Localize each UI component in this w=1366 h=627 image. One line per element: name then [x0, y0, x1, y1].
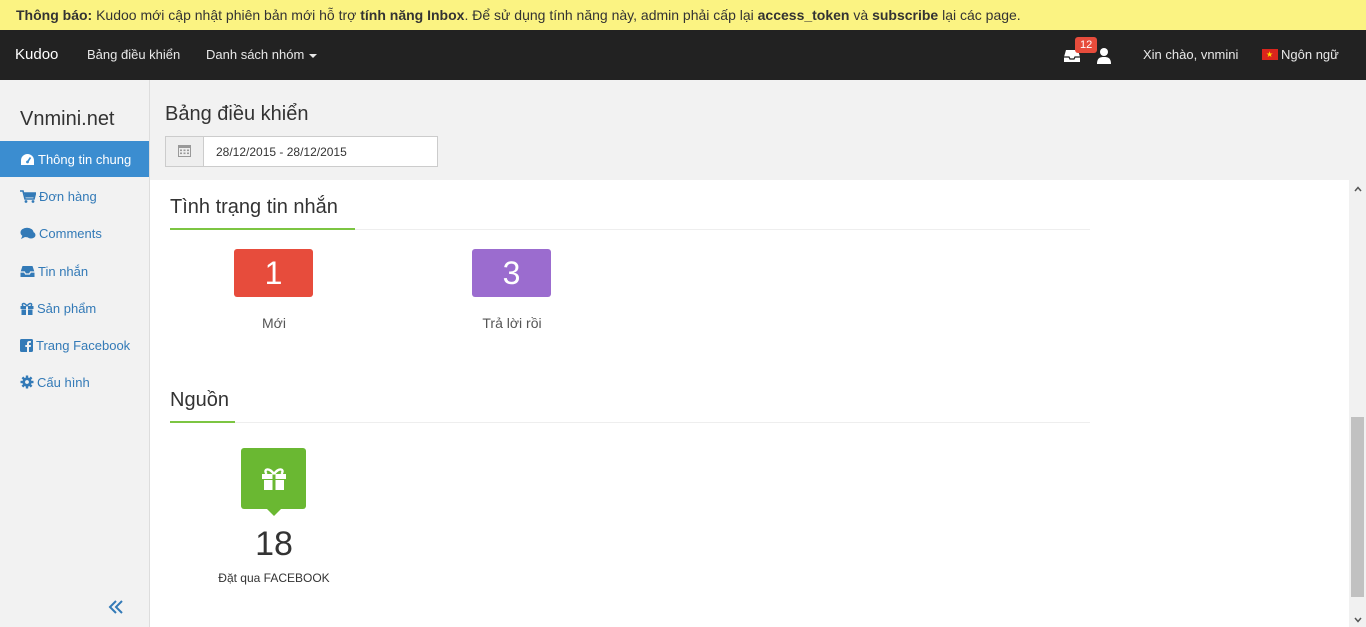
calendar-icon — [178, 145, 191, 157]
page-title: Bảng điều khiển — [165, 103, 309, 125]
notice-text-1: Kudoo mới cập nhật phiên bản mới hỗ trợ — [92, 7, 361, 23]
inbox-icon — [20, 266, 35, 277]
notice-text-2: . Để sử dụng tính năng này, admin phải c… — [464, 7, 758, 23]
sidebar: Vnmini.net Thông tin chung Đơn hàng Comm… — [0, 80, 150, 627]
scroll-up-arrow-icon[interactable] — [1354, 186, 1362, 192]
language-dropdown[interactable]: ★ Ngôn ngữ — [1262, 47, 1339, 62]
nav-groups-label: Danh sách nhóm — [206, 47, 305, 62]
scrollbar-thumb[interactable] — [1351, 417, 1364, 597]
notice-text-and: và — [849, 7, 873, 23]
scroll-down-arrow-icon[interactable] — [1354, 617, 1362, 623]
greeting-link[interactable]: Xin chào, vnmini — [1143, 47, 1238, 62]
notice-subscribe: subscribe — [872, 7, 939, 23]
sidebar-item-products[interactable]: Sản phẩm — [0, 290, 149, 326]
facebook-orders-count: 18 — [255, 525, 293, 563]
date-range-picker[interactable]: 28/12/2015 - 28/12/2015 — [165, 136, 438, 167]
vietnam-flag-icon: ★ — [1262, 49, 1278, 60]
sidebar-item-messages[interactable]: Tin nhắn — [0, 253, 149, 289]
facebook-orders-label: Đặt qua FACEBOOK — [218, 571, 330, 585]
sidebar-item-label: Cấu hình — [37, 375, 90, 390]
sidebar-item-orders[interactable]: Đơn hàng — [0, 178, 149, 214]
user-icon — [1097, 48, 1111, 64]
content-scrollbar[interactable] — [1349, 180, 1366, 627]
message-status-title: Tình trạng tin nhắn — [170, 196, 338, 218]
replied-messages-count[interactable]: 3 — [472, 249, 551, 297]
calendar-addon[interactable] — [166, 137, 204, 166]
notice-token: access_token — [757, 7, 850, 23]
replied-messages-label: Trả lời rồi — [482, 315, 542, 331]
cart-icon — [20, 190, 37, 203]
collapse-sidebar-button[interactable] — [108, 595, 124, 621]
sidebar-item-label: Comments — [39, 226, 102, 241]
nav-dashboard-link[interactable]: Bảng điều khiển — [87, 47, 180, 62]
sidebar-item-overview[interactable]: Thông tin chung — [0, 141, 149, 177]
gift-icon — [20, 302, 34, 315]
language-label: Ngôn ngữ — [1281, 47, 1339, 62]
sidebar-item-label: Sản phẩm — [37, 301, 97, 316]
section-title-underline — [170, 228, 355, 230]
sidebar-item-label: Trang Facebook — [36, 338, 131, 353]
sidebar-item-comments[interactable]: Comments — [0, 215, 149, 251]
sidebar-item-label: Thông tin chung — [38, 152, 132, 167]
top-navbar: Kudoo Bảng điều khiển Danh sách nhóm 12 … — [0, 30, 1366, 80]
sidebar-item-label: Đơn hàng — [39, 189, 97, 204]
facebook-source-tile[interactable] — [241, 448, 306, 516]
inbox-count-badge: 12 — [1075, 37, 1098, 53]
notice-feature: tính năng Inbox — [360, 7, 465, 23]
site-name: Vnmini.net — [20, 108, 115, 130]
sidebar-item-settings[interactable]: Cấu hình — [0, 364, 149, 400]
sources-title: Nguồn — [170, 389, 229, 411]
gear-icon — [20, 375, 34, 389]
user-menu-button[interactable] — [1096, 47, 1114, 65]
section-divider — [170, 422, 1090, 423]
sidebar-item-facebook-pages[interactable]: Trang Facebook — [0, 327, 149, 363]
date-range-value: 28/12/2015 - 28/12/2015 — [216, 145, 347, 159]
notice-text-3: lại các page. — [938, 7, 1021, 23]
facebook-icon — [20, 339, 33, 352]
notice-label: Thông báo: — [16, 7, 93, 23]
new-messages-count[interactable]: 1 — [234, 249, 313, 297]
brand-link[interactable]: Kudoo — [15, 46, 58, 63]
notice-bar: Thông báo: Kudoo mới cập nhật phiên bản … — [0, 0, 1366, 30]
caret-down-icon — [309, 53, 318, 58]
dashboard-icon — [21, 154, 34, 165]
section-title-underline — [170, 421, 235, 423]
comments-icon — [20, 227, 36, 239]
double-chevron-left-icon — [108, 600, 123, 614]
nav-groups-dropdown[interactable]: Danh sách nhóm — [206, 47, 318, 62]
gift-icon — [262, 468, 286, 490]
sidebar-item-label: Tin nhắn — [38, 264, 89, 279]
new-messages-label: Mới — [262, 315, 286, 331]
